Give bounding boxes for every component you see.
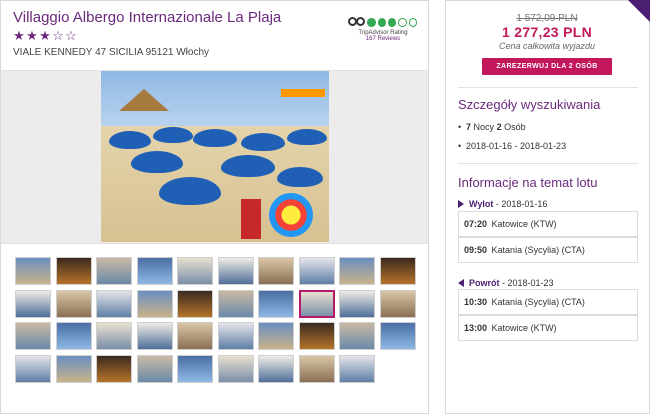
main-hotel-photo[interactable]	[101, 71, 329, 242]
gallery-thumbnail[interactable]	[298, 289, 335, 318]
flight-segment: 10:30 Katania (Sycylia) (CTA)	[458, 289, 638, 315]
hotel-panel: Villaggio Albergo Internazionale La Plaj…	[0, 0, 429, 414]
nights-label: Nocy	[473, 122, 495, 132]
persons-label: Osób	[504, 122, 526, 132]
new-price: 1 277,23 PLN	[502, 24, 592, 40]
return-date: 2018-01-23	[507, 278, 554, 288]
gallery-thumbnail[interactable]	[177, 289, 213, 318]
outbound-label: Wylot	[469, 199, 494, 209]
hotel-header: Villaggio Albergo Internazionale La Plaj…	[1, 1, 428, 71]
gallery-thumbnail[interactable]	[379, 322, 416, 350]
segment-time: 10:30	[464, 297, 488, 307]
segment-time: 07:20	[464, 219, 488, 229]
star-empty-icon: ☆	[65, 28, 78, 43]
main-photo-area	[1, 71, 428, 243]
star-filled-icon: ★	[39, 28, 52, 43]
tripadvisor-rating[interactable]: TripAdvisor Rating 167 Reviews	[348, 15, 418, 42]
star-empty-icon: ☆	[52, 28, 65, 43]
gallery-thumbnail[interactable]	[177, 354, 213, 383]
divider	[458, 163, 638, 164]
outbound-header: Wylot - 2018-01-16	[458, 199, 547, 209]
star-rating: ★★★☆☆	[13, 28, 78, 44]
booking-panel: 1 572,09 PLN 1 277,23 PLN Cena całkowita…	[445, 0, 650, 414]
gallery-thumbnail[interactable]	[136, 354, 173, 383]
gallery-thumbnail[interactable]	[15, 289, 51, 318]
hotel-address: VIALE KENNEDY 47 SICILIA 95121 Włochy	[13, 47, 210, 58]
hotel-name[interactable]: Villaggio Albergo Internazionale La Plaj…	[13, 9, 281, 26]
gallery-thumbnail[interactable]	[136, 257, 173, 285]
return-label: Powrót	[469, 278, 500, 288]
gallery-thumbnail[interactable]	[96, 354, 132, 383]
gallery-thumbnail[interactable]	[258, 354, 294, 383]
price-note: Cena całkowita wyjazdu	[498, 41, 596, 51]
gallery-thumbnail[interactable]	[217, 322, 254, 350]
gallery-thumbnail[interactable]	[258, 289, 294, 318]
segment-time: 09:50	[464, 245, 488, 255]
thumbnail-grid	[1, 243, 428, 413]
gallery-thumbnail[interactable]	[339, 257, 375, 285]
gallery-thumbnail[interactable]	[258, 322, 294, 350]
gallery-thumbnail[interactable]	[136, 289, 173, 318]
tripadvisor-reviews-link[interactable]: 167 Reviews	[348, 36, 418, 42]
gallery-thumbnail[interactable]	[298, 257, 335, 285]
old-price: 1 572,09 PLN	[516, 13, 578, 24]
gallery-thumbnail[interactable]	[217, 257, 254, 285]
flight-segment: 07:20 Katowice (KTW)	[458, 211, 638, 237]
gallery-thumbnail[interactable]	[15, 257, 51, 285]
segment-place: Katowice (KTW)	[491, 219, 557, 229]
rating-bubble-filled-icon	[367, 17, 376, 27]
segment-place: Katania (Sycylia) (CTA)	[491, 297, 585, 307]
triangle-left-icon	[458, 279, 464, 287]
gallery-thumbnail[interactable]	[55, 257, 92, 285]
star-filled-icon: ★	[26, 28, 39, 43]
flight-info-title: Informacje na temat lotu	[458, 175, 598, 190]
return-header: Powrót - 2018-01-23	[458, 278, 554, 288]
segment-time: 13:00	[464, 323, 488, 333]
nights-persons: 7 Nocy 2 Osób	[458, 122, 526, 132]
gallery-thumbnail[interactable]	[15, 322, 51, 350]
gallery-thumbnail[interactable]	[96, 289, 132, 318]
star-filled-icon: ★	[13, 28, 26, 43]
triangle-right-icon	[458, 200, 464, 208]
flight-segment: 09:50 Katania (Sycylia) (CTA)	[458, 237, 638, 263]
gallery-thumbnail[interactable]	[339, 354, 375, 383]
segment-place: Katania (Sycylia) (CTA)	[491, 245, 585, 255]
gallery-thumbnail[interactable]	[339, 322, 375, 350]
gallery-thumbnail[interactable]	[136, 322, 173, 350]
gallery-thumbnail[interactable]	[298, 322, 335, 350]
outbound-date: 2018-01-16	[501, 199, 548, 209]
divider	[458, 87, 638, 88]
rating-bubble-filled-icon	[377, 17, 386, 27]
gallery-thumbnail[interactable]	[258, 257, 294, 285]
gallery-thumbnail[interactable]	[55, 322, 92, 350]
search-details-title: Szczegóły wyszukiwania	[458, 97, 601, 112]
tripadvisor-owl-icon	[348, 16, 365, 28]
gallery-thumbnail[interactable]	[96, 322, 132, 350]
flight-segment: 13:00 Katowice (KTW)	[458, 315, 638, 341]
gallery-thumbnail[interactable]	[298, 354, 335, 383]
trip-dates: 2018-01-16 - 2018-01-23	[458, 141, 566, 151]
gallery-thumbnail[interactable]	[339, 289, 375, 318]
segment-place: Katowice (KTW)	[491, 323, 557, 333]
gallery-thumbnail[interactable]	[55, 354, 92, 383]
gallery-thumbnail[interactable]	[15, 354, 51, 383]
gallery-thumbnail[interactable]	[96, 257, 132, 285]
gallery-thumbnail[interactable]	[217, 354, 254, 383]
gallery-thumbnail[interactable]	[379, 289, 416, 318]
gallery-thumbnail[interactable]	[177, 257, 213, 285]
persons-count: 2	[496, 122, 502, 132]
book-button[interactable]: ZAREZERWUJ DLA 2 OSÓB	[482, 58, 612, 75]
nights-count: 7	[466, 122, 472, 132]
gallery-thumbnail[interactable]	[217, 289, 254, 318]
rating-bubble-filled-icon	[387, 17, 397, 27]
gallery-thumbnail[interactable]	[55, 289, 92, 318]
gallery-thumbnail[interactable]	[177, 322, 213, 350]
rating-bubble-empty-icon	[398, 17, 407, 27]
gallery-thumbnail[interactable]	[379, 257, 416, 285]
rating-bubble-empty-icon	[408, 17, 418, 27]
